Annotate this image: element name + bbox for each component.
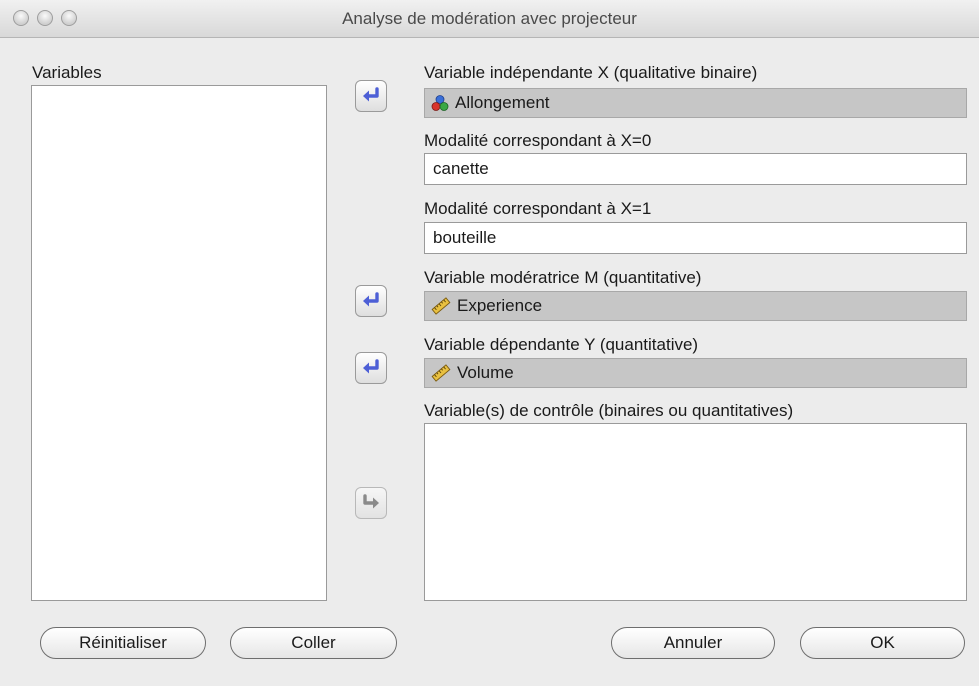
x-variable-label: Variable indépendante X (qualitative bin… <box>424 63 758 82</box>
variables-label: Variables <box>32 63 102 82</box>
m-variable-field[interactable]: Experience <box>424 291 967 321</box>
title-bar: Analyse de modération avec projecteur <box>0 0 979 38</box>
m-variable-label: Variable modératrice M (quantitative) <box>424 268 702 287</box>
x-variable-value: Allongement <box>455 93 550 112</box>
nominal-variable-icon <box>431 94 449 112</box>
ruler-scale-icon <box>431 297 451 315</box>
x0-modality-value: canette <box>433 159 489 178</box>
x1-modality-label: Modalité correspondant à X=1 <box>424 199 652 218</box>
control-variables-list[interactable] <box>424 423 967 601</box>
variables-list[interactable] <box>31 85 327 601</box>
arrow-right-icon <box>363 494 379 509</box>
reset-button[interactable]: Réinitialiser <box>40 627 206 659</box>
x1-modality-input[interactable]: bouteille <box>424 222 967 254</box>
x1-modality-value: bouteille <box>433 228 497 247</box>
arrow-left-icon <box>363 87 379 102</box>
move-to-x-button[interactable] <box>355 80 387 112</box>
paste-button[interactable]: Coller <box>230 627 397 659</box>
control-variables-label: Variable(s) de contrôle (binaires ou qua… <box>424 401 794 420</box>
m-variable-value: Experience <box>457 296 543 315</box>
x0-modality-label: Modalité correspondant à X=0 <box>424 131 652 150</box>
move-to-m-button[interactable] <box>355 285 387 317</box>
cancel-button-label: Annuler <box>663 633 723 652</box>
arrow-left-icon <box>363 359 379 374</box>
ruler-scale-icon <box>431 364 451 382</box>
y-variable-label: Variable dépendante Y (quantitative) <box>424 335 699 354</box>
move-to-y-button[interactable] <box>355 352 387 384</box>
y-variable-field[interactable]: Volume <box>424 358 967 388</box>
arrow-left-icon <box>363 292 379 307</box>
window-title: Analyse de modération avec projecteur <box>342 9 637 28</box>
ok-button-label: OK <box>870 633 895 652</box>
cancel-button[interactable]: Annuler <box>611 627 775 659</box>
dialog-window: Analyse de modération avec projecteur Va… <box>0 0 979 686</box>
ok-button[interactable]: OK <box>800 627 965 659</box>
x0-modality-input[interactable]: canette <box>424 153 967 185</box>
reset-button-label: Réinitialiser <box>79 633 167 652</box>
y-variable-value: Volume <box>457 363 514 382</box>
paste-button-label: Coller <box>291 633 336 652</box>
remove-control-button[interactable] <box>355 487 387 519</box>
x-variable-field[interactable]: Allongement <box>424 88 967 118</box>
